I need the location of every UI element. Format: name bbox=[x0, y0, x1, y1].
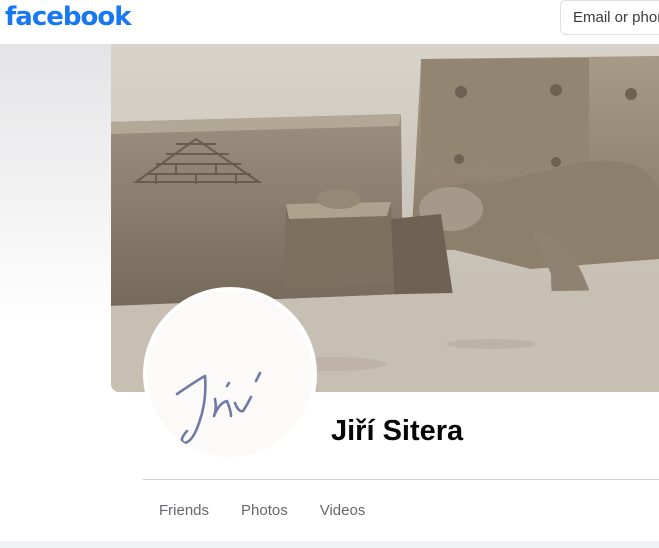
facebook-logo[interactable]: facebook bbox=[5, 2, 132, 32]
avatar[interactable] bbox=[143, 287, 317, 461]
profile-tabs: Friends Photos Videos bbox=[143, 494, 381, 528]
tab-photos[interactable]: Photos bbox=[225, 494, 304, 528]
signature-avatar-icon bbox=[147, 291, 313, 457]
profile-name: Jiří Sitera bbox=[331, 415, 464, 447]
page-background-strip bbox=[0, 541, 659, 548]
tab-videos[interactable]: Videos bbox=[304, 494, 382, 528]
background-gradient bbox=[0, 44, 112, 324]
top-bar: facebook bbox=[0, 0, 659, 44]
email-field[interactable] bbox=[560, 0, 659, 35]
tab-friends[interactable]: Friends bbox=[143, 494, 225, 528]
divider bbox=[143, 479, 659, 480]
